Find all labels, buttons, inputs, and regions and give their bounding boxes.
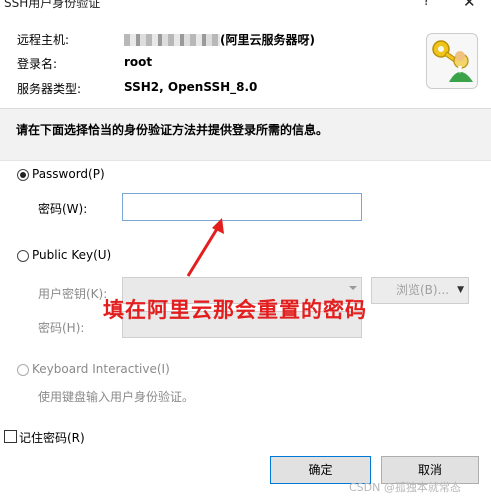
password-radio[interactable] — [17, 169, 29, 181]
host-suffix: (阿里云服务器呀) — [220, 33, 315, 47]
remember-password-label[interactable]: 记住密码(R) — [19, 429, 85, 446]
watermark: CSDN @孤独本就常态 — [349, 481, 461, 494]
remember-password-checkbox[interactable] — [4, 430, 17, 443]
instruction-text: 请在下面选择恰当的身份验证方法并提供登录所需的信息。 — [16, 123, 329, 137]
user-key-label: 用户密钥(K): — [38, 287, 108, 301]
chevron-down-icon — [349, 286, 357, 290]
public-key-radio[interactable] — [17, 250, 29, 262]
public-key-radio-label[interactable]: Public Key(U) — [32, 248, 111, 262]
user-label: 登录名: — [17, 57, 58, 71]
browse-button-label: 浏览(B)... — [396, 283, 450, 297]
title-bar: SSH用户身份验证 ? ✕ — [0, 0, 491, 14]
red-arrow — [186, 218, 224, 277]
host-value: (阿里云服务器呀) — [124, 31, 315, 48]
divider — [0, 160, 491, 161]
passphrase-label: 密码(H): — [38, 321, 85, 335]
browse-button[interactable]: 浏览(B)... ▼ — [371, 277, 469, 304]
dropdown-arrow-icon: ▼ — [457, 285, 464, 295]
close-icon[interactable]: ✕ — [463, 0, 476, 11]
password-radio-label[interactable]: Password(P) — [32, 167, 105, 181]
keyboard-interactive-label[interactable]: Keyboard Interactive(I) — [32, 362, 170, 376]
keyboard-interactive-description: 使用键盘输入用户身份验证。 — [38, 390, 195, 404]
user-value: root — [124, 55, 153, 69]
annotation-text: 填在阿里云那会重置的密码 — [103, 298, 367, 322]
redacted-host — [124, 34, 220, 46]
window-title: SSH用户身份验证 — [4, 0, 101, 10]
keyboard-interactive-radio[interactable] — [17, 364, 29, 376]
password-input[interactable] — [122, 193, 362, 221]
password-field-label: 密码(W): — [38, 202, 88, 216]
host-label: 远程主机: — [17, 33, 70, 47]
server-type-label: 服务器类型: — [17, 82, 82, 96]
server-type-value: SSH2, OpenSSH_8.0 — [124, 80, 258, 94]
key-user-icon — [426, 33, 478, 89]
help-icon[interactable]: ? — [423, 0, 430, 9]
